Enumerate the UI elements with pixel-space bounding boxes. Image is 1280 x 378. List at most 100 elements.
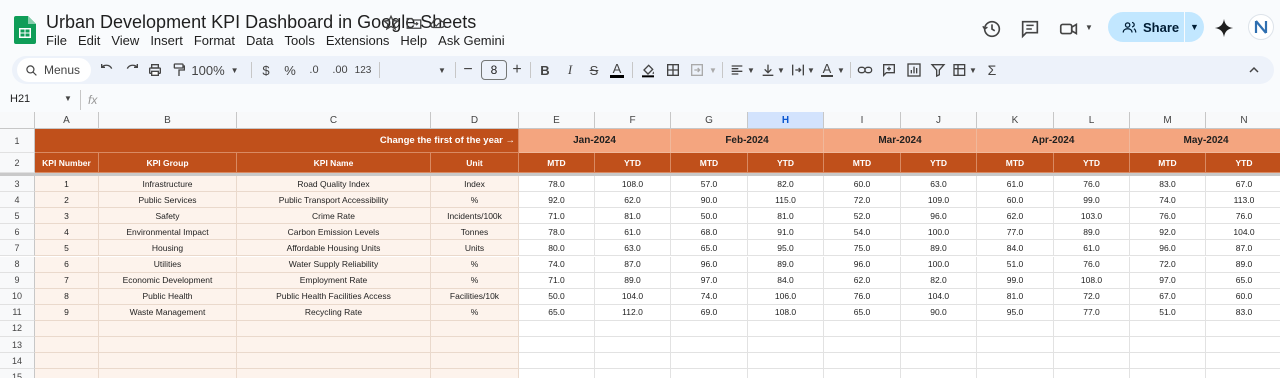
collapse-menus-icon[interactable] xyxy=(1246,60,1262,80)
column-title[interactable]: Unit xyxy=(431,153,519,173)
value-cell[interactable]: 92.0 xyxy=(1130,224,1206,241)
horizontal-align-icon[interactable] xyxy=(729,60,745,80)
value-cell[interactable]: 81.0 xyxy=(977,288,1054,305)
value-cell[interactable] xyxy=(595,369,671,378)
row-header-5[interactable]: 5 xyxy=(0,208,35,225)
kpi-number-cell[interactable]: 8 xyxy=(35,288,99,305)
kpi-number-cell[interactable]: 4 xyxy=(35,224,99,241)
value-cell[interactable]: 104.0 xyxy=(901,288,977,305)
kpi-name-cell[interactable]: Employment Rate xyxy=(237,272,431,289)
value-cell[interactable] xyxy=(1130,320,1206,337)
value-cell[interactable] xyxy=(748,337,824,354)
value-cell[interactable]: 87.0 xyxy=(595,256,671,273)
row-header-14[interactable]: 14 xyxy=(0,353,35,370)
kpi-number-cell[interactable]: 1 xyxy=(35,176,99,193)
share-options-caret-icon[interactable]: ▼ xyxy=(1185,22,1204,32)
kpi-number-cell[interactable] xyxy=(35,320,99,337)
value-cell[interactable]: 108.0 xyxy=(1054,272,1130,289)
kpi-group-cell[interactable]: Waste Management xyxy=(99,304,237,321)
value-cell[interactable]: 84.0 xyxy=(977,240,1054,257)
value-cell[interactable] xyxy=(1054,320,1130,337)
account-avatar[interactable] xyxy=(1248,14,1274,40)
value-cell[interactable]: 57.0 xyxy=(671,176,748,193)
column-header-B[interactable]: B xyxy=(99,112,237,129)
kpi-group-cell[interactable]: Public Health xyxy=(99,288,237,305)
column-header-M[interactable]: M xyxy=(1130,112,1206,129)
column-header-A[interactable]: A xyxy=(35,112,99,129)
year-change-note[interactable]: Change the first of the year → xyxy=(35,129,519,153)
kpi-group-cell[interactable] xyxy=(99,369,237,378)
font-select-caret-icon[interactable]: ▼ xyxy=(436,60,448,80)
value-cell[interactable]: 80.0 xyxy=(519,240,595,257)
spreadsheet-grid[interactable]: A B C D E F G H I J K L M N 1 2 3 4 5 6 7 8 9 10 11 12 13 14 15 Chang… xyxy=(0,112,1280,378)
name-box[interactable]: H21 xyxy=(10,93,30,105)
version-history-icon[interactable] xyxy=(981,18,1003,40)
value-cell[interactable] xyxy=(1206,321,1280,337)
select-all-corner[interactable] xyxy=(0,112,35,129)
strikethrough-button[interactable]: S xyxy=(587,60,601,80)
merge-cells-icon[interactable] xyxy=(689,60,705,80)
value-cell[interactable]: 77.0 xyxy=(1054,304,1130,321)
value-cell[interactable] xyxy=(519,353,595,370)
column-header-L[interactable]: L xyxy=(1054,112,1130,129)
value-cell[interactable]: 90.0 xyxy=(901,304,977,321)
column-title[interactable]: KPI Group xyxy=(99,153,237,173)
comments-icon[interactable] xyxy=(1019,18,1041,40)
value-cell[interactable]: 103.0 xyxy=(1054,208,1130,225)
ytd-header[interactable]: YTD xyxy=(748,153,824,173)
value-cell[interactable]: 99.0 xyxy=(977,272,1054,289)
value-cell[interactable]: 95.0 xyxy=(748,240,824,257)
value-cell[interactable] xyxy=(977,369,1054,378)
vertical-align-icon[interactable] xyxy=(760,60,776,80)
value-cell[interactable]: 82.0 xyxy=(748,176,824,193)
bold-button[interactable]: B xyxy=(538,60,552,80)
column-header-K[interactable]: K xyxy=(977,112,1054,129)
menu-tools[interactable]: Tools xyxy=(284,33,320,48)
move-folder-icon[interactable] xyxy=(405,14,423,32)
kpi-group-cell[interactable]: Infrastructure xyxy=(99,176,237,193)
value-cell[interactable]: 104.0 xyxy=(1206,224,1280,241)
value-cell[interactable]: 100.0 xyxy=(901,224,977,241)
value-cell[interactable] xyxy=(901,320,977,337)
unit-cell[interactable] xyxy=(431,320,519,337)
value-cell[interactable]: 68.0 xyxy=(671,224,748,241)
value-cell[interactable]: 89.0 xyxy=(595,272,671,289)
italic-button[interactable]: I xyxy=(563,60,577,80)
merge-caret-icon[interactable]: ▼ xyxy=(708,60,718,80)
value-cell[interactable] xyxy=(748,353,824,370)
value-cell[interactable]: 67.0 xyxy=(1206,176,1280,193)
value-cell[interactable]: 106.0 xyxy=(748,288,824,305)
value-cell[interactable]: 75.0 xyxy=(824,240,901,257)
column-header-N[interactable]: N xyxy=(1206,112,1280,129)
zoom-select[interactable]: 100% ▼ xyxy=(191,60,238,80)
menu-data[interactable]: Data xyxy=(246,33,279,48)
mtd-header[interactable]: MTD xyxy=(977,153,1054,173)
value-cell[interactable]: 96.0 xyxy=(671,256,748,273)
borders-icon[interactable] xyxy=(665,60,681,80)
unit-cell[interactable]: % xyxy=(431,192,519,209)
gemini-sparkle-icon[interactable] xyxy=(1213,17,1235,39)
value-cell[interactable]: 108.0 xyxy=(748,304,824,321)
value-cell[interactable] xyxy=(1130,353,1206,370)
column-header-G[interactable]: G xyxy=(671,112,748,129)
value-cell[interactable]: 62.0 xyxy=(977,208,1054,225)
value-cell[interactable] xyxy=(519,320,595,337)
value-cell[interactable]: 51.0 xyxy=(977,256,1054,273)
value-cell[interactable]: 108.0 xyxy=(595,176,671,193)
row-header-11[interactable]: 11 xyxy=(0,304,35,321)
kpi-number-cell[interactable]: 6 xyxy=(35,256,99,273)
value-cell[interactable] xyxy=(595,337,671,354)
menu-help[interactable]: Help xyxy=(400,33,433,48)
kpi-name-cell[interactable] xyxy=(237,353,431,370)
ytd-header[interactable]: YTD xyxy=(1206,153,1280,173)
value-cell[interactable]: 96.0 xyxy=(1130,240,1206,257)
value-cell[interactable]: 72.0 xyxy=(1054,288,1130,305)
row-header-1[interactable]: 1 xyxy=(0,129,35,153)
value-cell[interactable] xyxy=(1054,337,1130,354)
value-cell[interactable]: 54.0 xyxy=(824,224,901,241)
value-cell[interactable]: 92.0 xyxy=(519,192,595,209)
value-cell[interactable] xyxy=(1054,369,1130,378)
menu-format[interactable]: Format xyxy=(194,33,241,48)
value-cell[interactable] xyxy=(748,320,824,337)
kpi-group-cell[interactable]: Economic Development xyxy=(99,272,237,289)
